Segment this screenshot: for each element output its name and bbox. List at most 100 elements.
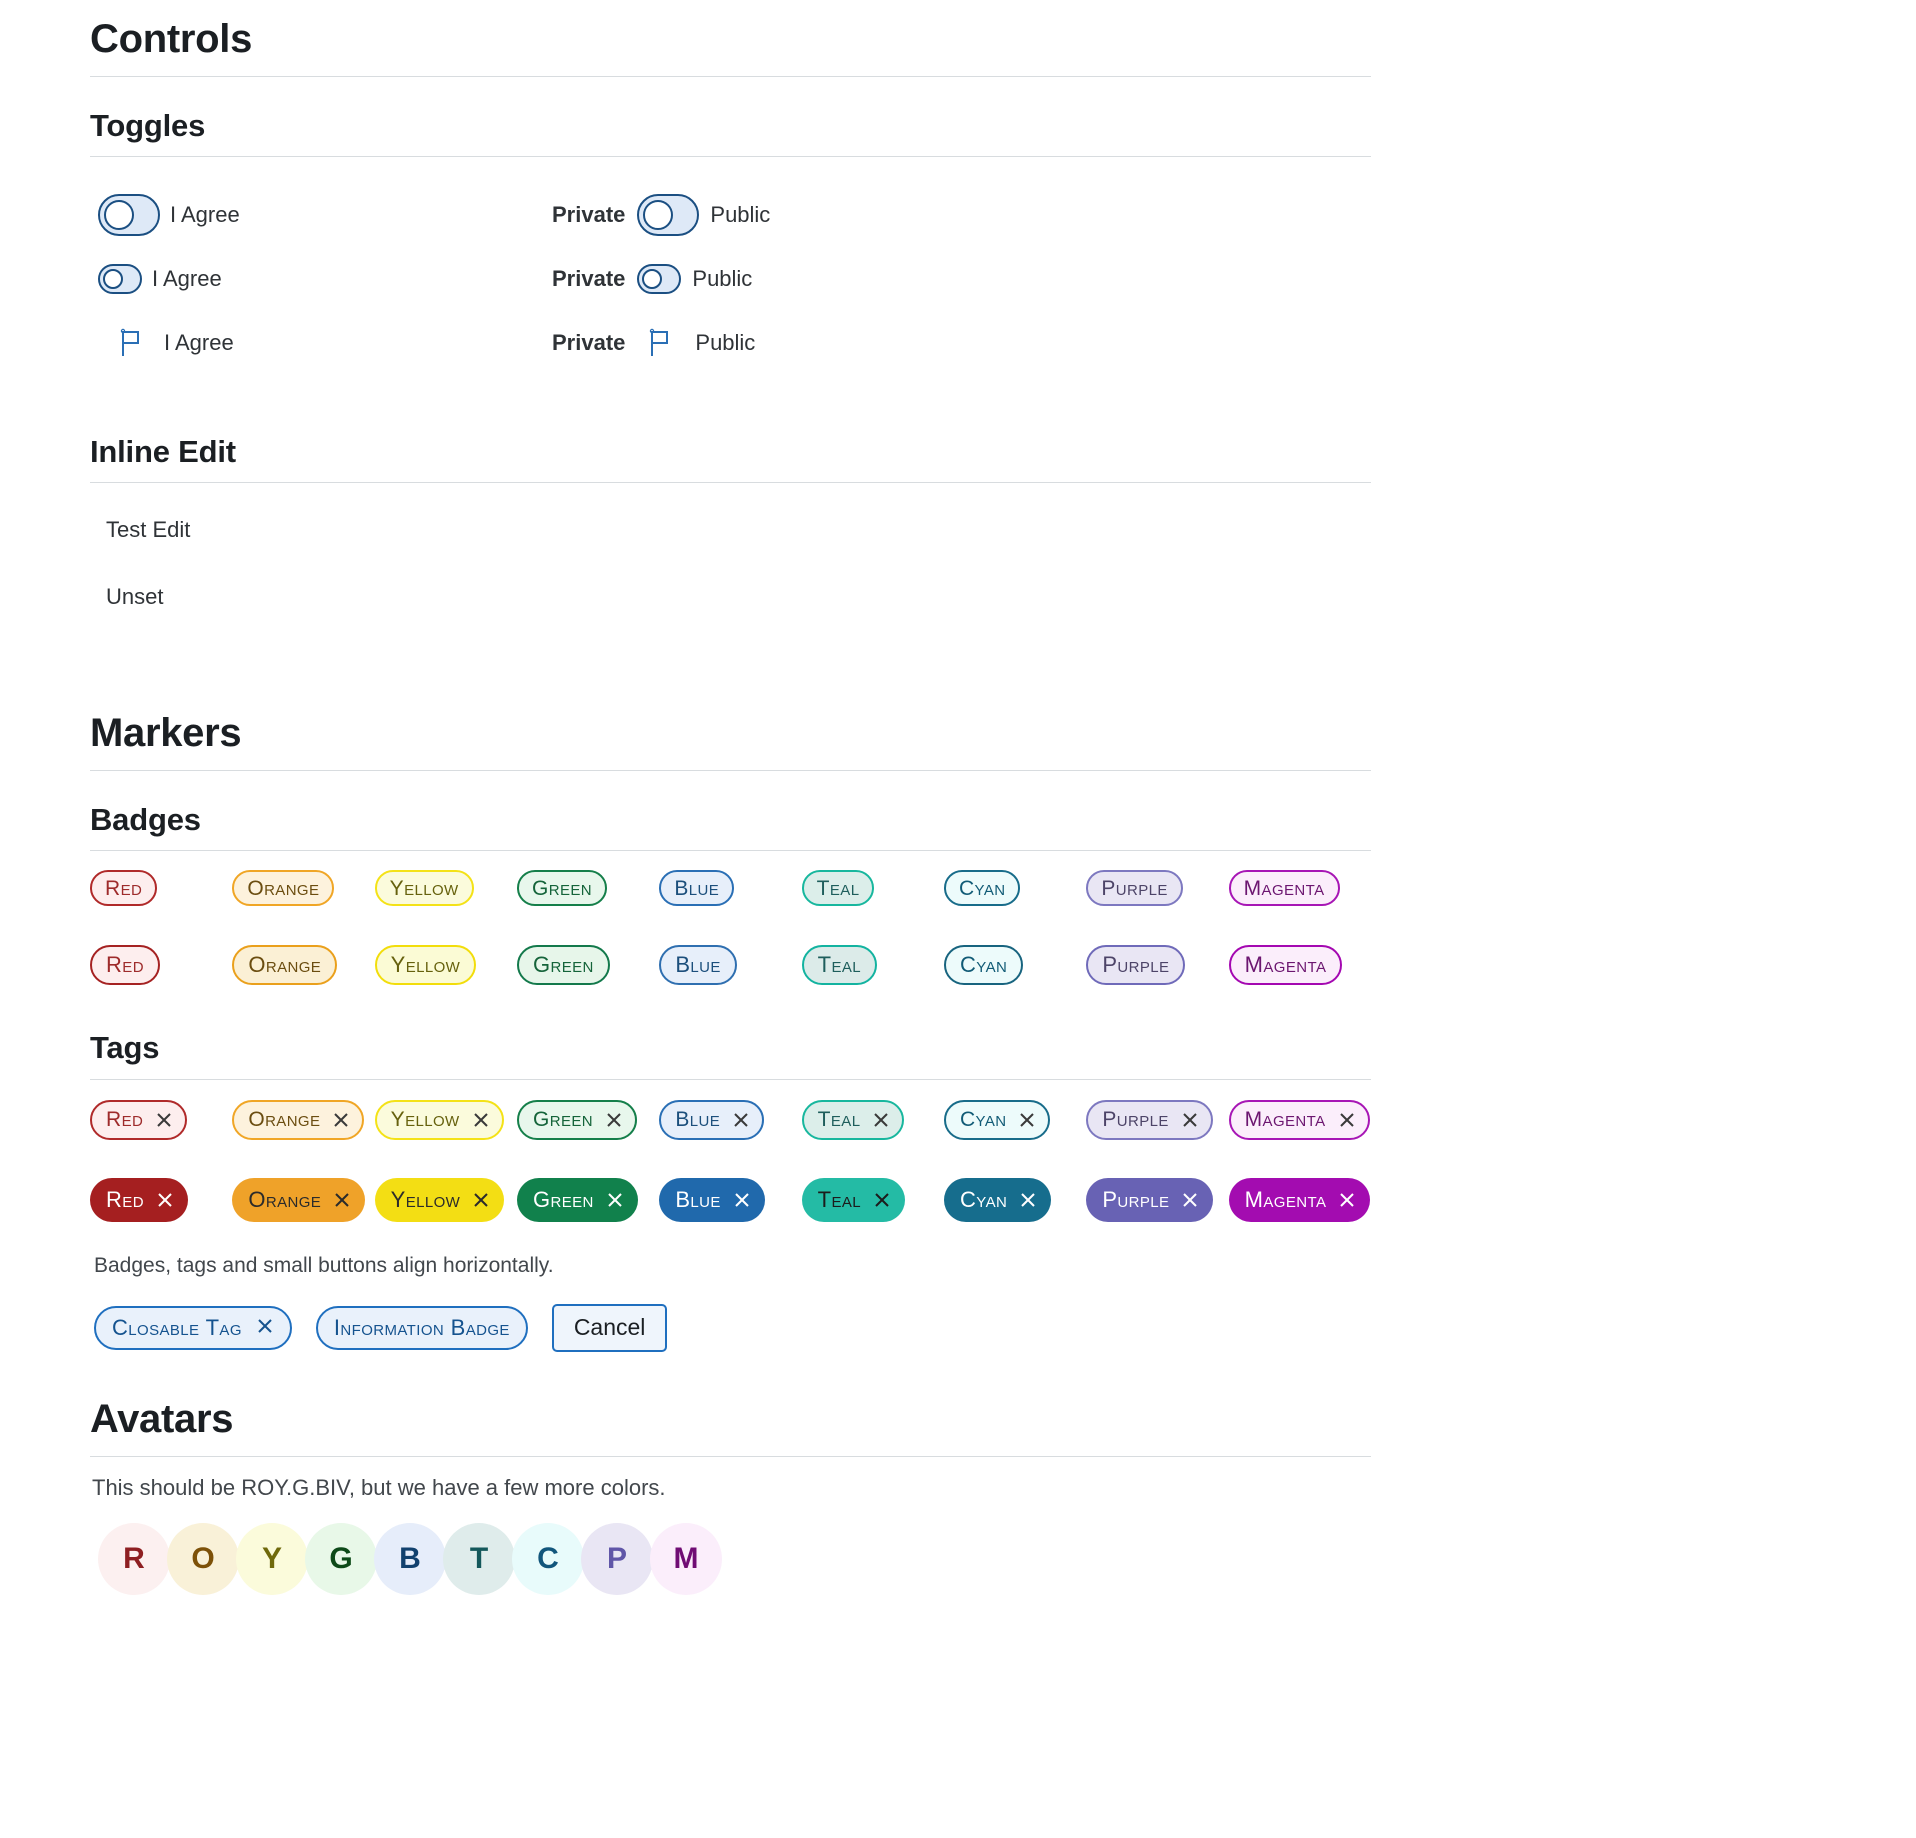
- badge-cell: Orange: [232, 925, 374, 1005]
- flag-icon[interactable]: [649, 328, 673, 358]
- toggle-cell-left: I Agree: [90, 264, 552, 295]
- close-icon[interactable]: [873, 1191, 891, 1209]
- tag-cell: Purple: [1086, 1080, 1228, 1160]
- tag-cell: Orange: [232, 1080, 374, 1160]
- close-icon[interactable]: [1018, 1111, 1036, 1129]
- avatar: Y: [236, 1522, 308, 1595]
- tags-heading: Tags: [90, 1030, 160, 1066]
- badge-purple: Purple: [1086, 870, 1183, 907]
- tag-cell: Yellow: [374, 1160, 517, 1240]
- close-icon[interactable]: [606, 1191, 624, 1209]
- closable-tag-button[interactable]: Closable Tag: [94, 1305, 292, 1350]
- close-icon[interactable]: [333, 1191, 351, 1209]
- close-icon[interactable]: [1181, 1111, 1199, 1129]
- inline-edit-block: Test Edit Unset: [90, 483, 1371, 622]
- tag-teal[interactable]: Teal: [801, 1177, 906, 1222]
- close-icon[interactable]: [1019, 1191, 1037, 1209]
- toggle-cell-right: Private Public: [552, 264, 753, 295]
- toggle-label-public: Public: [692, 266, 753, 292]
- tag-label: Teal: [817, 1186, 862, 1212]
- toggle-knob: [104, 200, 134, 231]
- close-icon[interactable]: [156, 1191, 174, 1209]
- divider: [90, 76, 1371, 77]
- toggle-label-agree: I Agree: [164, 330, 234, 356]
- badge-cell: Red: [90, 925, 232, 1005]
- tag-cell: Red: [90, 1080, 232, 1160]
- badge-cell: Cyan: [943, 925, 1086, 1005]
- badge-cell: Green: [516, 925, 659, 1005]
- badge-cell: Teal: [801, 851, 944, 925]
- toggle-knob: [642, 269, 663, 290]
- tag-cyan[interactable]: Cyan: [943, 1099, 1051, 1140]
- tag-teal[interactable]: Teal: [801, 1099, 905, 1140]
- tag-yellow[interactable]: Yellow: [374, 1177, 505, 1222]
- tag-red[interactable]: Red: [90, 1177, 188, 1222]
- tag-label: Magenta: [1244, 1186, 1327, 1212]
- information-badge-label: Information Badge: [333, 1314, 510, 1340]
- badge-cell: Yellow: [374, 925, 517, 1005]
- badges-heading: Badges: [90, 802, 201, 838]
- tag-label: Orange: [248, 1108, 321, 1132]
- close-icon[interactable]: [732, 1111, 750, 1129]
- avatar: C: [512, 1522, 584, 1595]
- tag-label: Green: [532, 1186, 594, 1212]
- toggles-block: I Agree Private Public I Agree Private P…: [90, 157, 1371, 375]
- badge-cell: Magenta: [1228, 925, 1371, 1005]
- tag-label: Cyan: [959, 1186, 1008, 1212]
- tag-blue[interactable]: Blue: [659, 1177, 765, 1222]
- tag-orange[interactable]: Orange: [232, 1099, 365, 1140]
- information-badge[interactable]: Information Badge: [315, 1305, 528, 1350]
- tag-green[interactable]: Green: [516, 1099, 637, 1140]
- avatar: P: [581, 1522, 653, 1595]
- avatar: R: [98, 1522, 170, 1595]
- toggle-label-public: Public: [710, 202, 771, 228]
- toggle-label-private: Private: [552, 330, 626, 356]
- tag-purple[interactable]: Purple: [1086, 1099, 1213, 1140]
- tag-magenta[interactable]: Magenta: [1228, 1099, 1370, 1140]
- tag-cell: Cyan: [943, 1080, 1086, 1160]
- close-icon[interactable]: [1181, 1191, 1199, 1209]
- cancel-button[interactable]: Cancel: [551, 1303, 668, 1352]
- page-title: Controls: [90, 17, 253, 61]
- toggle-knob: [103, 269, 123, 290]
- close-icon[interactable]: [605, 1111, 623, 1129]
- tag-magenta[interactable]: Magenta: [1228, 1177, 1371, 1222]
- badge-cell: Blue: [659, 925, 801, 1005]
- inline-edit-field-test[interactable]: Test Edit: [90, 505, 1371, 555]
- tag-label: Green: [532, 1108, 593, 1132]
- close-icon[interactable]: [1338, 1111, 1356, 1129]
- badge-red: Red: [90, 870, 158, 907]
- inline-edit-field-unset[interactable]: Unset: [90, 556, 1371, 622]
- tag-yellow[interactable]: Yellow: [374, 1099, 504, 1140]
- tag-label: Orange: [248, 1186, 322, 1212]
- tag-green[interactable]: Green: [516, 1177, 638, 1222]
- close-icon[interactable]: [155, 1111, 173, 1129]
- toggle-switch-privacy-small[interactable]: [637, 264, 682, 295]
- toggle-switch-privacy-large[interactable]: [637, 194, 700, 237]
- toggle-knob: [643, 200, 674, 231]
- tag-purple[interactable]: Purple: [1086, 1177, 1214, 1222]
- markers-heading: Markers: [90, 711, 242, 756]
- toggle-switch-agree-small[interactable]: [98, 264, 142, 295]
- toggles-heading: Toggles: [90, 108, 206, 143]
- toggle-row: I Agree Private Public: [90, 311, 1371, 375]
- tag-cell: Blue: [659, 1080, 801, 1160]
- close-icon[interactable]: [472, 1191, 490, 1209]
- badge-teal: Teal: [801, 945, 878, 986]
- close-icon[interactable]: [472, 1111, 490, 1129]
- tag-blue[interactable]: Blue: [659, 1099, 765, 1140]
- tag-cyan[interactable]: Cyan: [943, 1177, 1052, 1222]
- close-icon[interactable]: [256, 1317, 274, 1339]
- close-icon[interactable]: [733, 1191, 751, 1209]
- tag-orange[interactable]: Orange: [232, 1177, 366, 1222]
- close-icon[interactable]: [872, 1111, 890, 1129]
- close-icon[interactable]: [332, 1111, 350, 1129]
- tag-cell: Red: [90, 1160, 232, 1240]
- close-icon[interactable]: [1338, 1191, 1356, 1209]
- flag-icon[interactable]: [120, 328, 144, 358]
- tag-red[interactable]: Red: [90, 1099, 188, 1140]
- badge-yellow: Yellow: [374, 945, 477, 986]
- toggle-switch-agree-large[interactable]: [98, 194, 160, 237]
- tag-cell: Magenta: [1228, 1160, 1371, 1240]
- tag-cell: Green: [516, 1160, 659, 1240]
